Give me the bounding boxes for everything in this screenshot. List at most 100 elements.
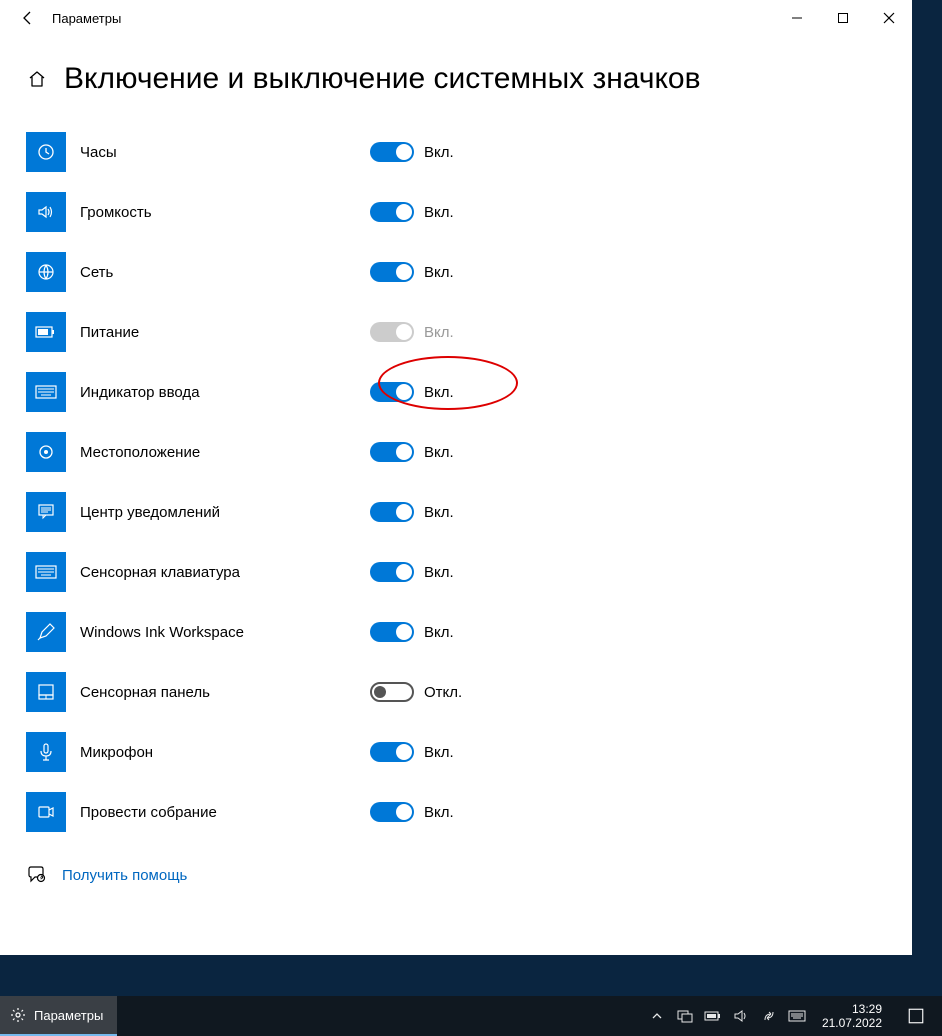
- home-icon[interactable]: [26, 68, 48, 90]
- page-title: Включение и выключение системных значков: [64, 62, 701, 96]
- gear-icon: [10, 1007, 26, 1023]
- toggle-state-label: Вкл.: [424, 444, 454, 461]
- system-tray: 13:29 21.07.2022: [648, 996, 942, 1036]
- taskbar-app-settings[interactable]: Параметры: [0, 996, 117, 1036]
- setting-label: Сенсорная панель: [80, 684, 370, 701]
- toggle-wrap: Вкл.: [370, 142, 454, 162]
- toggle-state-label: Вкл.: [424, 324, 454, 341]
- toggle-wrap: Вкл.: [370, 802, 454, 822]
- comment-icon: [26, 492, 66, 532]
- toggle-clock[interactable]: [370, 142, 414, 162]
- battery-icon: [26, 312, 66, 352]
- toggle-wrap: Вкл.: [370, 442, 454, 462]
- content-area: Включение и выключение системных значков…: [0, 36, 912, 955]
- toggle-input-indicator[interactable]: [370, 382, 414, 402]
- setting-row-action-center: Центр уведомлений Вкл.: [26, 492, 886, 532]
- globe-icon: [26, 252, 66, 292]
- toggle-state-label: Вкл.: [424, 384, 454, 401]
- toggle-wrap: Откл.: [370, 682, 462, 702]
- toggle-volume[interactable]: [370, 202, 414, 222]
- setting-label: Местоположение: [80, 444, 370, 461]
- camera-icon: [26, 792, 66, 832]
- toggle-wrap: Вкл.: [370, 202, 454, 222]
- settings-list: ЧасыВкл.ГромкостьВкл.СетьВкл.ПитаниеВкл.…: [26, 132, 886, 832]
- help-icon: [26, 864, 48, 886]
- close-button[interactable]: [866, 0, 912, 36]
- taskbar-app-label: Параметры: [34, 1008, 103, 1023]
- tray-overflow-button[interactable]: [648, 1007, 666, 1025]
- taskbar: Параметры 13:29 21.07.2022: [0, 996, 942, 1036]
- volume-icon: [26, 192, 66, 232]
- setting-row-meet-now: Провести собрание Вкл.: [26, 792, 886, 832]
- tray-connector-icon[interactable]: [760, 1007, 778, 1025]
- window-title: Параметры: [52, 11, 121, 26]
- titlebar: Параметры: [0, 0, 912, 36]
- toggle-state-label: Вкл.: [424, 804, 454, 821]
- setting-row-power: Питание Вкл.: [26, 312, 886, 352]
- toggle-microphone[interactable]: [370, 742, 414, 762]
- toggle-touch-keyboard[interactable]: [370, 562, 414, 582]
- clock-icon: [26, 132, 66, 172]
- toggle-state-label: Вкл.: [424, 624, 454, 641]
- toggle-wrap: Вкл.: [370, 322, 454, 342]
- setting-label: Центр уведомлений: [80, 504, 370, 521]
- toggle-state-label: Вкл.: [424, 264, 454, 281]
- pen-icon: [26, 612, 66, 652]
- setting-row-network: Сеть Вкл.: [26, 252, 886, 292]
- get-help-link[interactable]: Получить помощь: [62, 867, 187, 884]
- setting-row-touch-keyboard: Сенсорная клавиатура Вкл.: [26, 552, 886, 592]
- header-row: Включение и выключение системных значков: [26, 62, 886, 96]
- toggle-wrap: Вкл.: [370, 382, 454, 402]
- toggle-touchpad[interactable]: [370, 682, 414, 702]
- toggle-action-center[interactable]: [370, 502, 414, 522]
- setting-row-clock: ЧасыВкл.: [26, 132, 886, 172]
- back-button[interactable]: [8, 0, 48, 36]
- tray-notification-button[interactable]: [898, 996, 934, 1036]
- toggle-state-label: Вкл.: [424, 744, 454, 761]
- tray-time: 13:29: [822, 1002, 882, 1016]
- toggle-wrap: Вкл.: [370, 622, 454, 642]
- toggle-wrap: Вкл.: [370, 262, 454, 282]
- tray-keyboard-icon[interactable]: [788, 1007, 806, 1025]
- tray-date: 21.07.2022: [822, 1016, 882, 1030]
- setting-label: Провести собрание: [80, 804, 370, 821]
- setting-row-input-indicator: Индикатор ввода Вкл.: [26, 372, 886, 412]
- tray-volume-icon[interactable]: [732, 1007, 750, 1025]
- setting-row-location: Местоположение Вкл.: [26, 432, 886, 472]
- toggle-wrap: Вкл.: [370, 742, 454, 762]
- toggle-wrap: Вкл.: [370, 502, 454, 522]
- toggle-ink-workspace[interactable]: [370, 622, 414, 642]
- setting-label: Индикатор ввода: [80, 384, 370, 401]
- tray-clock[interactable]: 13:29 21.07.2022: [816, 1002, 888, 1030]
- toggle-state-label: Вкл.: [424, 144, 454, 161]
- toggle-location[interactable]: [370, 442, 414, 462]
- tray-battery-icon[interactable]: [704, 1007, 722, 1025]
- toggle-state-label: Вкл.: [424, 504, 454, 521]
- toggle-network[interactable]: [370, 262, 414, 282]
- setting-label: Микрофон: [80, 744, 370, 761]
- setting-label: Сенсорная клавиатура: [80, 564, 370, 581]
- setting-label: Питание: [80, 324, 370, 341]
- setting-row-touchpad: Сенсорная панель Откл.: [26, 672, 886, 712]
- keyboard-icon: [26, 552, 66, 592]
- tray-taskview-icon[interactable]: [676, 1007, 694, 1025]
- back-arrow-icon: [20, 10, 36, 26]
- toggle-meet-now[interactable]: [370, 802, 414, 822]
- location-icon: [26, 432, 66, 472]
- settings-window: Параметры Включение и выключение системн…: [0, 0, 912, 955]
- setting-row-volume: ГромкостьВкл.: [26, 192, 886, 232]
- setting-label: Громкость: [80, 204, 370, 221]
- toggle-power: [370, 322, 414, 342]
- setting-row-microphone: Микрофон Вкл.: [26, 732, 886, 772]
- setting-label: Сеть: [80, 264, 370, 281]
- touchpad-icon: [26, 672, 66, 712]
- help-row: Получить помощь: [26, 864, 886, 886]
- minimize-button[interactable]: [774, 0, 820, 36]
- toggle-state-label: Откл.: [424, 684, 462, 701]
- setting-label: Windows Ink Workspace: [80, 624, 370, 641]
- toggle-state-label: Вкл.: [424, 564, 454, 581]
- mic-icon: [26, 732, 66, 772]
- setting-row-ink-workspace: Windows Ink Workspace Вкл.: [26, 612, 886, 652]
- maximize-button[interactable]: [820, 0, 866, 36]
- toggle-wrap: Вкл.: [370, 562, 454, 582]
